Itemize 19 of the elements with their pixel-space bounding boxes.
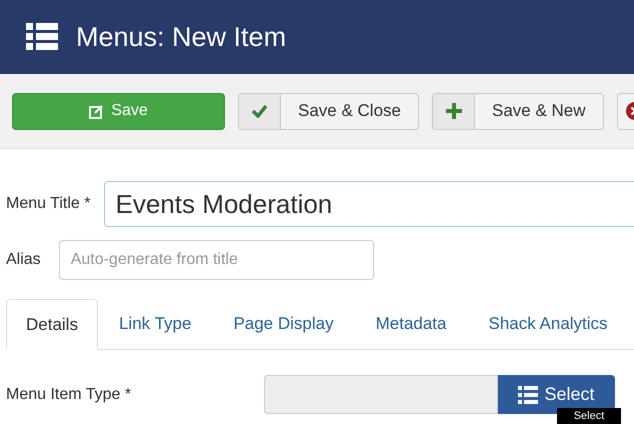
tab[interactable]: Shack Analytics (468, 299, 629, 349)
title-input[interactable]: Events Moderation (104, 181, 634, 227)
check-icon (251, 104, 268, 118)
toolbar-button[interactable]: Save & Close (238, 92, 419, 130)
tab[interactable]: Page Display (212, 299, 355, 349)
toolbar-button[interactable]: Save & New (432, 92, 604, 130)
tab[interactable]: Metadata (354, 299, 468, 349)
tab[interactable]: Details (6, 299, 98, 350)
list-icon (26, 23, 58, 51)
plus-icon (446, 103, 462, 119)
tab[interactable]: Link Type (98, 299, 212, 349)
list-icon (518, 386, 538, 404)
field-label: Menu Item Type * (6, 384, 132, 404)
field-label: Alias (6, 250, 41, 270)
edit-icon (89, 104, 104, 118)
page-title: Menus: New Item (76, 20, 286, 54)
field-label: Menu Title * (6, 194, 90, 214)
alias-input[interactable]: Auto-generate from title (58, 240, 374, 280)
tooltip: Select (557, 408, 621, 424)
